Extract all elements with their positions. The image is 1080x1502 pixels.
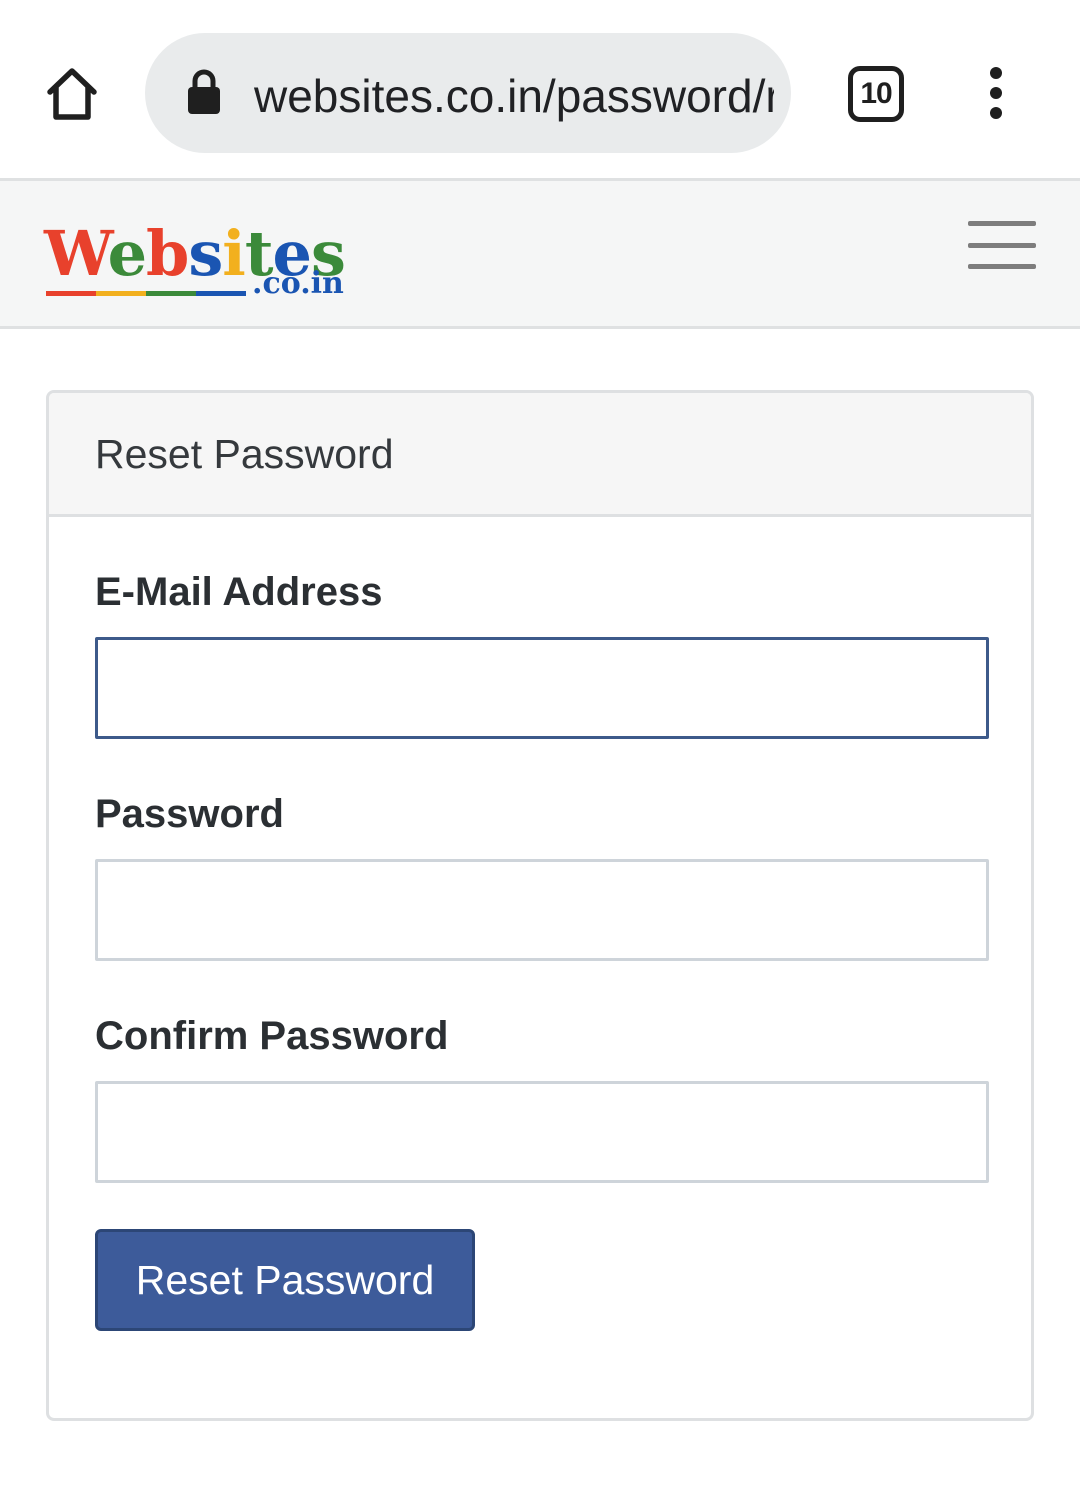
site-logo[interactable]: Websites .co.in: [44, 219, 354, 305]
lock-icon: [188, 69, 220, 114]
email-field[interactable]: [95, 637, 989, 739]
logo-letter: b: [146, 217, 189, 290]
logo-subtext: .co.in: [252, 266, 344, 301]
home-icon: [47, 68, 97, 120]
hamburger-line: [968, 221, 1036, 226]
vertical-dots-icon[interactable]: [982, 66, 1010, 122]
reset-password-button[interactable]: Reset Password: [95, 1229, 475, 1331]
logo-underline-segment: [146, 291, 196, 296]
confirm-password-label: Confirm Password: [95, 1014, 449, 1058]
password-label: Password: [95, 792, 284, 836]
logo-underline-segment: [46, 291, 96, 296]
hamburger-menu-icon[interactable]: [968, 221, 1036, 269]
logo-underline-segment: [96, 291, 146, 296]
logo-underline-segment: [196, 291, 246, 296]
site-navbar: Websites .co.in: [0, 178, 1080, 329]
email-label: E-Mail Address: [95, 570, 383, 614]
hamburger-line: [968, 264, 1036, 269]
logo-letter: e: [107, 217, 147, 290]
logo-letter: W: [44, 217, 109, 290]
password-field[interactable]: [95, 859, 989, 961]
logo-letter: i: [222, 217, 246, 290]
hamburger-line: [968, 242, 1036, 248]
logo-underline: [46, 291, 246, 296]
logo-letter: s: [188, 217, 223, 290]
home-button[interactable]: [38, 60, 106, 128]
browser-toolbar: websites.co.in/password/reset 10: [0, 0, 1080, 178]
url-text[interactable]: websites.co.in/password/reset: [254, 66, 774, 126]
tab-switcher-button[interactable]: 10: [848, 66, 904, 122]
reset-password-card: Reset Password E-Mail Address Password C…: [46, 390, 1034, 1421]
confirm-password-field[interactable]: [95, 1081, 989, 1183]
card-header: Reset Password: [49, 393, 1031, 517]
card-title: Reset Password: [95, 431, 394, 477]
